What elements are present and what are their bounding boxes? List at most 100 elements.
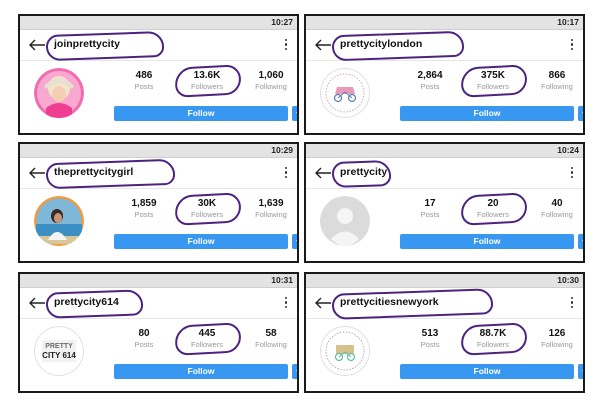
follow-button[interactable]: Follow <box>114 364 288 379</box>
profile-card-prettycity614: 10:31 prettycity614 PRETTY CITY 614 80 Posts 4… <box>18 272 299 393</box>
arrow-left-icon[interactable] <box>314 166 332 180</box>
avatar[interactable] <box>34 196 84 246</box>
followers-stat[interactable]: 88.7K Followers <box>460 322 528 356</box>
following-label: Following <box>541 82 573 91</box>
follow-button[interactable]: Follow <box>400 234 574 249</box>
kebab-menu-icon[interactable] <box>285 297 289 311</box>
followers-highlight-marker <box>460 192 528 226</box>
following-label: Following <box>541 210 573 219</box>
profile-username: prettycitiesnewyork <box>340 296 439 308</box>
profile-header: prettycitiesnewyork <box>306 288 583 320</box>
kebab-menu-icon[interactable] <box>285 39 289 53</box>
followers-stat[interactable]: 30K Followers <box>174 192 242 226</box>
posts-stat[interactable]: 513 Posts <box>400 328 460 350</box>
posts-stat[interactable]: 80 Posts <box>114 328 174 350</box>
avatar-text-line-1: PRETTY <box>45 343 73 350</box>
posts-stat[interactable]: 1,859 Posts <box>114 198 174 220</box>
status-time: 10:29 <box>271 145 293 155</box>
follow-button[interactable]: Follow <box>114 106 288 121</box>
profile-username: prettycitylondon <box>340 38 423 50</box>
following-stat[interactable]: 40 Following <box>527 198 583 220</box>
profile-stats: 17 Posts 20 Followers 40 Following <box>400 192 583 228</box>
followers-stat[interactable]: 13.6K Followers <box>174 64 242 98</box>
profile-username: prettycity <box>340 166 388 178</box>
posts-count: 486 <box>135 70 153 81</box>
profile-stats: 80 Posts 445 Followers 58 Following <box>114 322 297 358</box>
following-label: Following <box>255 82 287 91</box>
chevron-down-icon[interactable] <box>292 106 297 121</box>
followers-highlight-marker <box>174 64 242 98</box>
posts-stat[interactable]: 2,864 Posts <box>400 70 460 92</box>
avatar[interactable] <box>320 196 370 246</box>
following-stat[interactable]: 1,639 Following <box>241 198 297 220</box>
avatar[interactable] <box>320 68 370 118</box>
following-count: 126 <box>548 328 566 339</box>
following-stat[interactable]: 1,060 Following <box>241 70 297 92</box>
profile-stats: 2,864 Posts 375K Followers 866 Following <box>400 64 583 100</box>
following-stat[interactable]: 866 Following <box>527 70 583 92</box>
posts-count: 80 <box>138 328 150 339</box>
profile-card-prettycitiesnewyork: 10:30 prettycitiesnewyork 513 Posts 88.7K Fol… <box>304 272 585 393</box>
following-count: 866 <box>548 70 566 81</box>
profile-header: prettycitylondon <box>306 30 583 62</box>
status-bar: 10:29 <box>20 144 297 158</box>
followers-highlight-marker <box>174 192 242 226</box>
status-bar: 10:30 <box>306 274 583 288</box>
following-stat[interactable]: 58 Following <box>241 328 297 350</box>
followers-stat[interactable]: 445 Followers <box>174 322 242 356</box>
arrow-left-icon[interactable] <box>314 38 332 52</box>
profile-header: prettycity614 <box>20 288 297 319</box>
profile-card-joinprettycity: 10:27 joinprettycity 486 Posts 13.6K Follower… <box>18 14 299 135</box>
followers-stat[interactable]: 20 Followers <box>460 192 528 226</box>
following-stat[interactable]: 126 Following <box>527 328 583 350</box>
posts-stat[interactable]: 486 Posts <box>114 70 174 92</box>
arrow-left-icon[interactable] <box>28 38 46 52</box>
following-label: Following <box>255 210 287 219</box>
status-time: 10:30 <box>557 275 579 285</box>
profile-username: prettycity614 <box>54 296 119 308</box>
chevron-down-icon[interactable] <box>578 364 583 379</box>
posts-label: Posts <box>134 210 154 219</box>
profile-username: joinprettycity <box>54 38 120 50</box>
followers-highlight-marker <box>460 64 528 98</box>
following-count: 1,060 <box>258 70 284 81</box>
status-time: 10:24 <box>557 145 579 155</box>
kebab-menu-icon[interactable] <box>285 167 289 181</box>
profile-header: prettycity <box>306 158 583 189</box>
status-time: 10:17 <box>557 17 579 27</box>
chevron-down-icon[interactable] <box>292 364 297 379</box>
arrow-left-icon[interactable] <box>28 296 46 310</box>
avatar[interactable]: PRETTY CITY 614 <box>34 326 84 376</box>
posts-label: Posts <box>420 340 440 349</box>
avatar[interactable] <box>320 326 370 376</box>
follow-button[interactable]: Follow <box>400 364 574 379</box>
profile-username: theprettycitygirl <box>54 166 134 178</box>
chevron-down-icon[interactable] <box>578 234 583 249</box>
following-label: Following <box>255 340 287 349</box>
arrow-left-icon[interactable] <box>314 296 332 310</box>
follow-button[interactable]: Follow <box>400 106 574 121</box>
posts-label: Posts <box>134 82 154 91</box>
kebab-menu-icon[interactable] <box>571 167 575 181</box>
following-count: 1,639 <box>258 198 284 209</box>
avatar-text-line-2: CITY 614 <box>42 351 76 360</box>
chevron-down-icon[interactable] <box>292 234 297 249</box>
kebab-menu-icon[interactable] <box>571 297 575 311</box>
profile-header: joinprettycity <box>20 30 297 62</box>
profile-stats: 486 Posts 13.6K Followers 1,060 Following <box>114 64 297 100</box>
status-bar: 10:27 <box>20 16 297 30</box>
chevron-down-icon[interactable] <box>578 106 583 121</box>
followers-highlight-marker <box>460 322 528 356</box>
followers-highlight-marker <box>174 322 242 356</box>
posts-label: Posts <box>134 340 154 349</box>
follow-button[interactable]: Follow <box>114 234 288 249</box>
posts-count: 513 <box>421 328 439 339</box>
kebab-menu-icon[interactable] <box>571 39 575 53</box>
posts-stat[interactable]: 17 Posts <box>400 198 460 220</box>
avatar[interactable] <box>34 68 84 118</box>
arrow-left-icon[interactable] <box>28 166 46 180</box>
status-time: 10:31 <box>271 275 293 285</box>
status-bar: 10:24 <box>306 144 583 158</box>
followers-stat[interactable]: 375K Followers <box>460 64 528 98</box>
status-bar: 10:31 <box>20 274 297 288</box>
